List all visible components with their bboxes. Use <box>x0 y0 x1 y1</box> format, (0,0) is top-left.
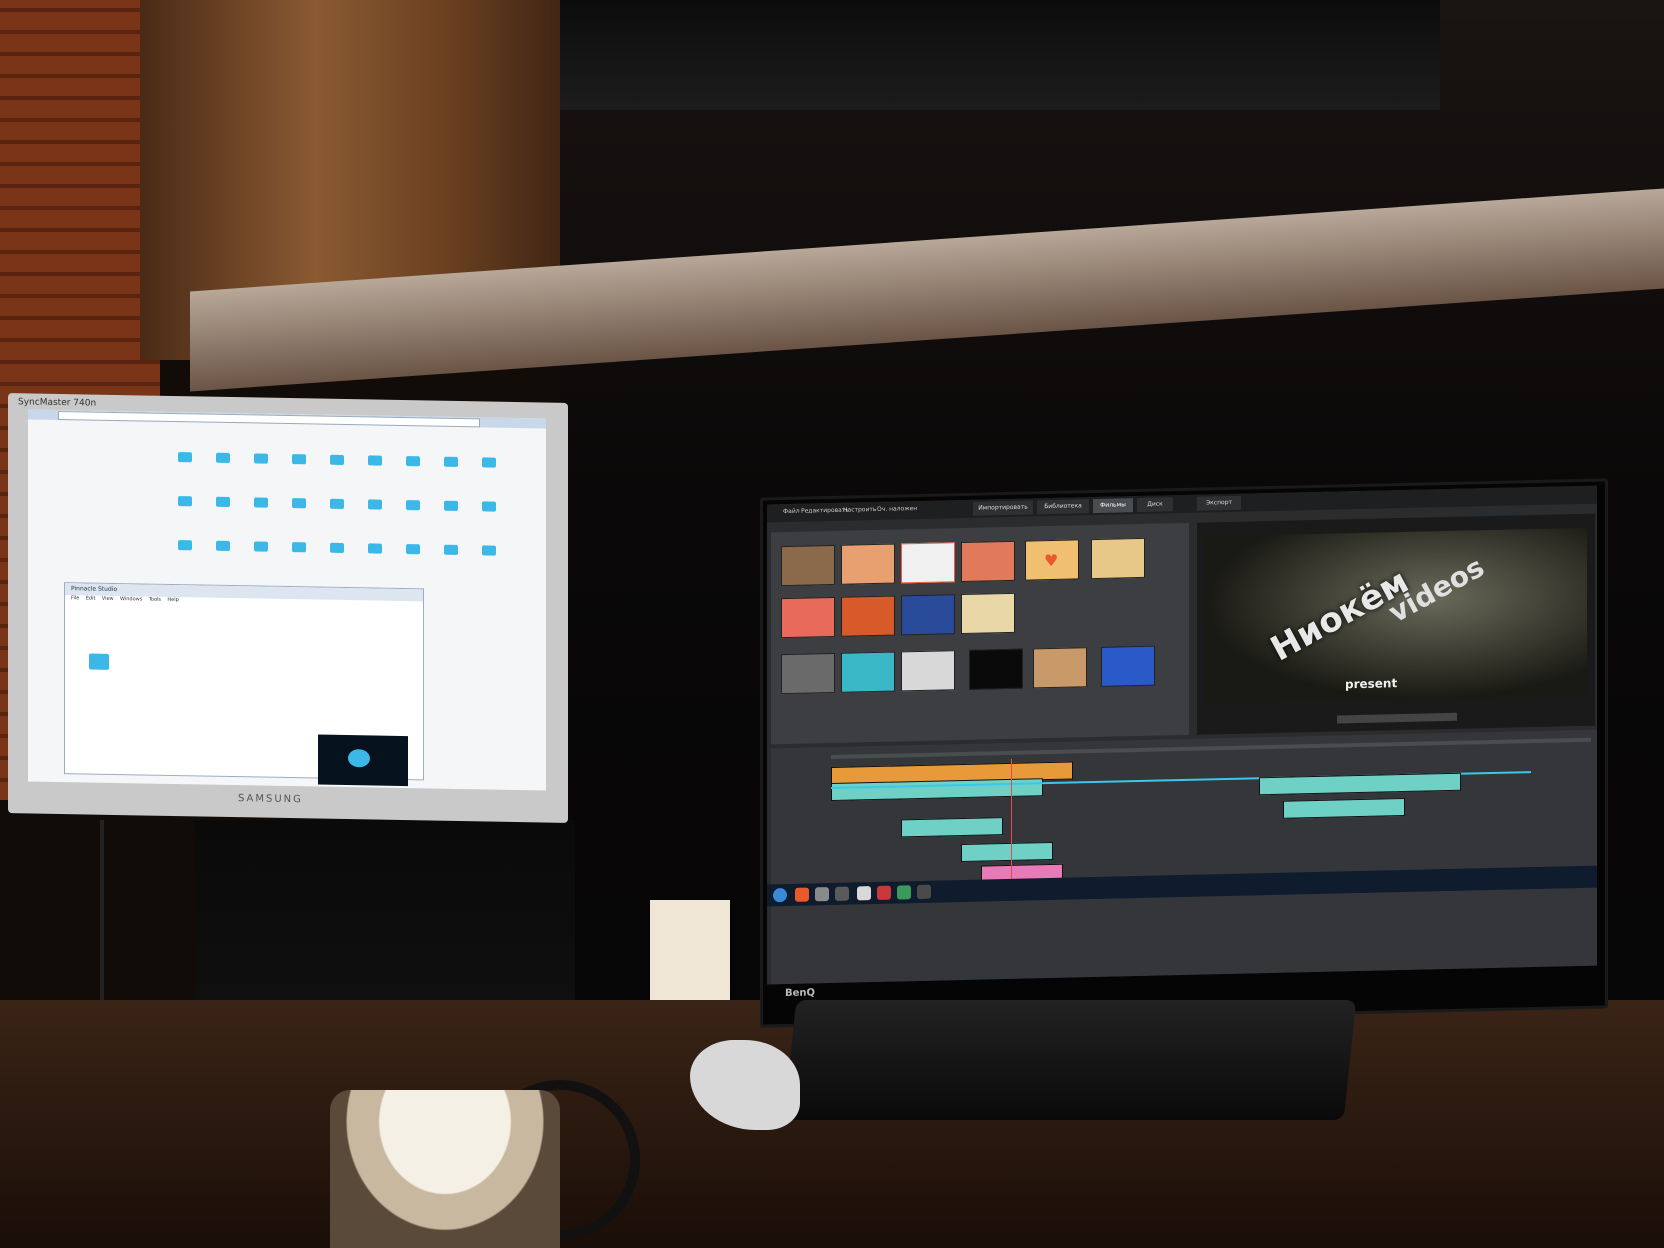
explorer-titlebar <box>28 409 546 429</box>
desktop-file-icon[interactable] <box>482 457 496 468</box>
library-thumbnail[interactable] <box>1033 647 1087 689</box>
timeline-ruler[interactable] <box>831 737 1591 760</box>
desktop-file-icon[interactable] <box>254 453 268 464</box>
desktop-file-icon[interactable] <box>368 455 382 466</box>
desktop-file-icon[interactable] <box>444 456 458 467</box>
library-thumbnail[interactable] <box>901 594 955 636</box>
desktop-file-icon[interactable] <box>406 544 420 555</box>
desktop-file-icon[interactable] <box>330 454 344 465</box>
desktop-file-icon[interactable] <box>178 452 192 463</box>
menu-overlay[interactable]: Оч. наложен <box>877 505 917 513</box>
library-thumbnail[interactable] <box>961 540 1015 583</box>
timeline-clip[interactable] <box>1283 797 1405 819</box>
desktop-file-icon[interactable] <box>178 496 192 507</box>
menu-edit[interactable]: Редактировать <box>801 507 849 515</box>
library-thumbnail[interactable] <box>841 595 895 637</box>
video-thumbnail <box>318 734 408 787</box>
menu-file[interactable]: Файл <box>783 508 800 515</box>
library-thumbnail[interactable] <box>1091 537 1145 580</box>
library-thumbnail[interactable] <box>781 652 835 695</box>
timeline-clip[interactable] <box>1259 772 1461 796</box>
desktop-file-icon[interactable] <box>216 540 230 551</box>
heart-thumbnail[interactable]: ♥ <box>1025 539 1079 581</box>
desktop-file-icon[interactable] <box>254 541 268 552</box>
heart-icon: ♥ <box>1044 550 1059 571</box>
desktop-file-icon[interactable] <box>330 498 344 509</box>
app-icon[interactable] <box>835 886 849 901</box>
blob-icon <box>348 749 370 768</box>
timeline-clip[interactable] <box>901 817 1003 838</box>
video-editor-screen: Файл Редактировать Настроить Оч. наложен… <box>767 485 1597 985</box>
printer <box>560 0 1440 110</box>
app-icon[interactable] <box>857 886 871 901</box>
desktop-file-icon[interactable] <box>330 542 344 553</box>
library-thumbnail[interactable] <box>841 543 895 585</box>
media-icon[interactable] <box>89 653 109 670</box>
app-icon[interactable] <box>897 885 911 900</box>
left-monitor-screen: Pinnacle Studio File Edit View Windows T… <box>28 409 546 791</box>
desktop-file-icon[interactable] <box>216 452 230 463</box>
library-thumbnail[interactable] <box>969 648 1023 690</box>
menu-help[interactable]: Help <box>167 597 178 603</box>
benq-logo: BenQ <box>785 987 816 1000</box>
transport-controls[interactable] <box>1337 712 1457 724</box>
browser-icon[interactable] <box>795 887 809 902</box>
address-bar[interactable] <box>58 410 480 428</box>
menu-settings[interactable]: Настроить <box>843 506 876 514</box>
right-monitor: Файл Редактировать Настроить Оч. наложен… <box>760 478 1608 1028</box>
preview-present-text: present <box>1345 676 1398 692</box>
folder-icon[interactable] <box>815 887 829 902</box>
desktop-file-icon[interactable] <box>482 501 496 512</box>
menu-tools[interactable]: Tools <box>149 597 161 603</box>
monitor-model-label: SyncMaster 740n <box>18 397 97 409</box>
tab-library[interactable]: Библиотека <box>1037 499 1089 515</box>
timeline-panel <box>771 729 1597 985</box>
tab-disc[interactable]: Диск <box>1137 497 1173 513</box>
desktop-file-icon[interactable] <box>292 498 306 509</box>
menu-windows[interactable]: Windows <box>120 596 142 602</box>
desktop-file-icon[interactable] <box>178 540 192 551</box>
desktop-file-icon[interactable] <box>292 454 306 465</box>
tab-import[interactable]: Импортировать <box>973 500 1033 516</box>
menu-view[interactable]: View <box>102 596 114 602</box>
library-thumbnail[interactable] <box>781 544 835 587</box>
start-button-icon[interactable] <box>773 888 787 903</box>
app-icon[interactable] <box>877 885 891 900</box>
desktop-file-icon[interactable] <box>482 545 496 556</box>
library-thumbnail[interactable] <box>901 650 955 692</box>
samsung-logo: SAMSUNG <box>238 793 303 806</box>
desktop-file-icon[interactable] <box>406 500 420 511</box>
app-icon[interactable] <box>917 884 931 900</box>
media-library-panel: ♥ <box>771 522 1189 745</box>
desktop-file-icon[interactable] <box>406 456 420 467</box>
left-monitor: SyncMaster 740n Pinnacle Studio File Edi… <box>8 393 568 823</box>
keyboard <box>783 1000 1357 1120</box>
preview-video-frame[interactable]: Ниокём videos present <box>1205 527 1587 705</box>
library-thumbnail[interactable] <box>841 651 895 693</box>
tab-export[interactable]: Экспорт <box>1197 495 1241 511</box>
library-thumbnail[interactable] <box>1101 645 1155 687</box>
desktop-file-icon[interactable] <box>444 544 458 555</box>
desktop-file-icon[interactable] <box>216 496 230 507</box>
desktop-file-icon[interactable] <box>368 499 382 510</box>
tab-movies[interactable]: Фильмы <box>1093 498 1133 514</box>
preview-panel: Ниокём videos present <box>1197 513 1595 735</box>
desktop-file-icon[interactable] <box>368 543 382 554</box>
library-thumbnail[interactable] <box>781 596 835 639</box>
desktop-file-icon[interactable] <box>254 497 268 508</box>
menu-file[interactable]: File <box>71 595 79 601</box>
coffee-mug <box>330 1090 560 1248</box>
timeline-clip[interactable] <box>961 841 1053 863</box>
library-thumbnail-selected[interactable] <box>901 542 955 584</box>
menu-edit[interactable]: Edit <box>86 595 96 601</box>
desktop-file-icon[interactable] <box>444 500 458 511</box>
library-thumbnail[interactable] <box>961 592 1015 635</box>
desktop-file-icon[interactable] <box>292 542 306 553</box>
